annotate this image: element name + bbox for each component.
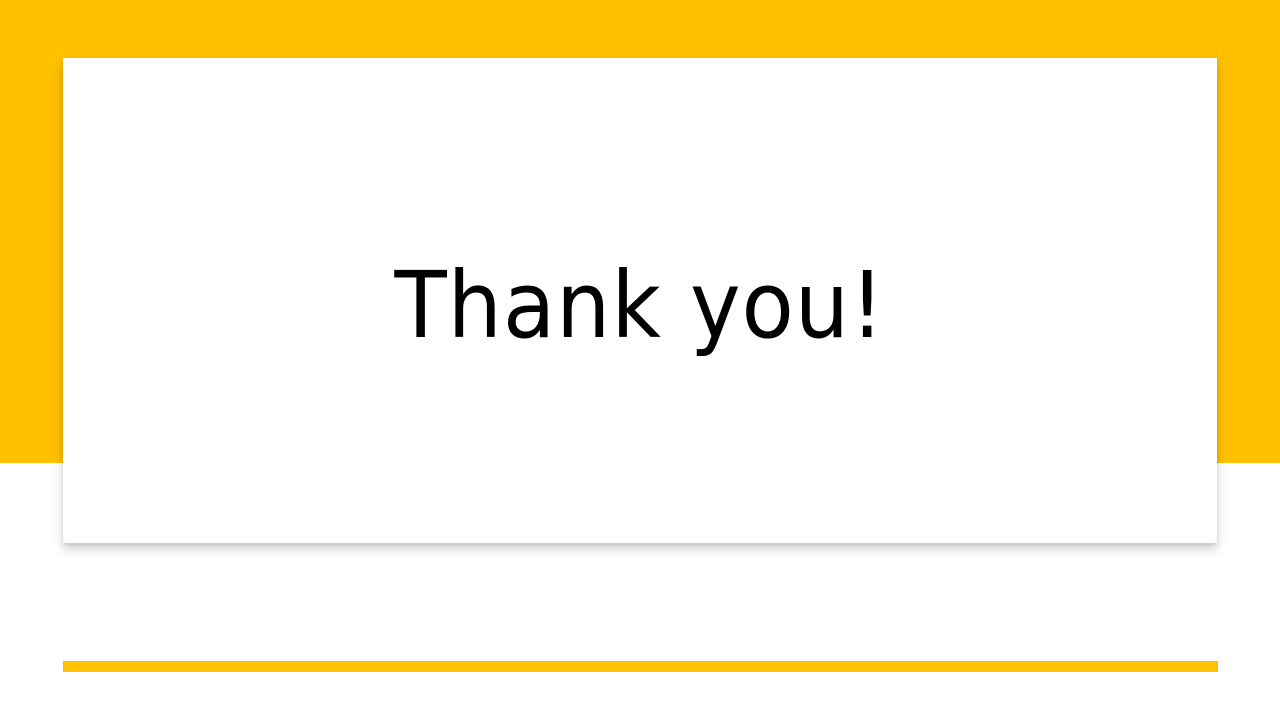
accent-bottom-rule <box>63 661 1218 672</box>
slide-title: Thank you! <box>394 251 886 359</box>
title-card: Thank you! <box>63 58 1217 543</box>
